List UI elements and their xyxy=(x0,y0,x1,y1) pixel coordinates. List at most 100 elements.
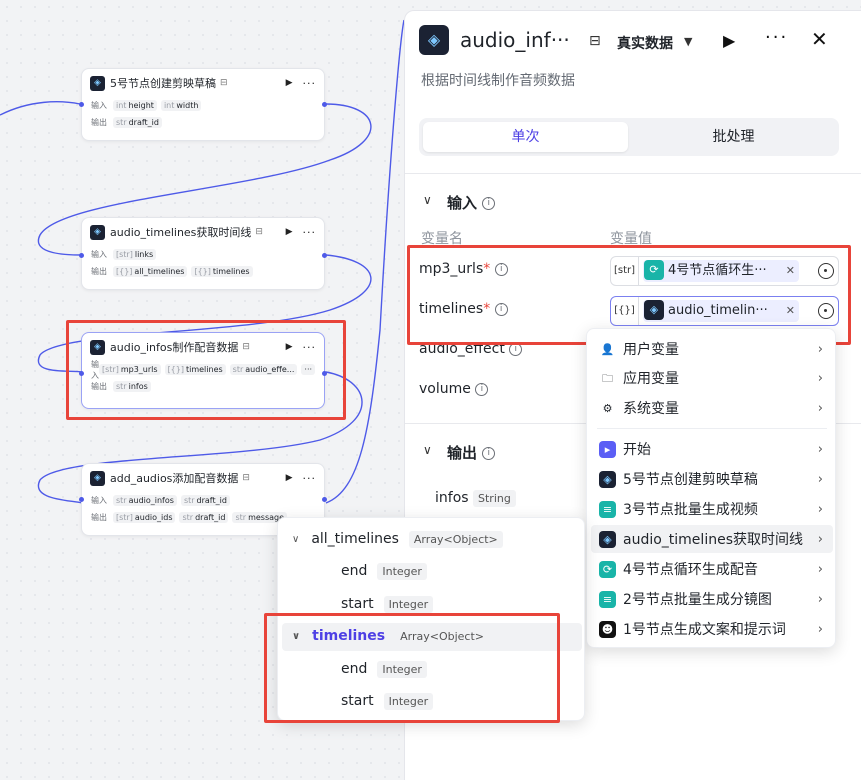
field-timelines-value[interactable]: [{}] ◈ audio_timelin··· ✕ xyxy=(610,296,839,326)
info-icon[interactable]: i xyxy=(494,302,508,316)
variable-picker-icon[interactable] xyxy=(818,303,834,319)
node-inputs-row: 输入 [str] links xyxy=(82,246,324,263)
menu-item-node-4[interactable]: ⟳ 4号节点循环生成配音 › xyxy=(591,555,833,583)
data-icon: ⊟ xyxy=(220,78,228,88)
workflow-node-create-draft[interactable]: ◈ 5号节点创建剪映草稿 ⊟ ▶ ··· 输入 int height int wid… xyxy=(79,68,327,141)
node-title: audio_timelines获取时间线 xyxy=(110,226,252,239)
tree-item-start[interactable]: start Integer xyxy=(341,689,434,713)
variable-picker-icon[interactable] xyxy=(818,263,834,279)
menu-item-node-3[interactable]: ≡ 3号节点批量生成视频 › xyxy=(591,495,833,523)
tree-item-start[interactable]: start Integer xyxy=(341,592,434,616)
inputs-label: 输入 xyxy=(91,359,99,380)
more-icon[interactable]: ··· xyxy=(303,226,317,239)
tree-group-timelines[interactable]: ∨ timelines Array<Object> xyxy=(292,624,489,648)
remove-ref-icon[interactable]: ✕ xyxy=(786,300,795,322)
menu-item-start[interactable]: ▸ 开始 › xyxy=(591,435,833,463)
data-mode-select[interactable]: 真实数据 xyxy=(617,33,673,53)
tab-single[interactable]: 单次 xyxy=(423,122,628,152)
divider xyxy=(405,173,861,174)
run-button[interactable]: ▶ xyxy=(723,31,735,50)
input-port[interactable] xyxy=(79,253,84,258)
info-icon[interactable]: i xyxy=(482,447,496,460)
menu-item-app-variables[interactable]: 🗀 应用变量 › xyxy=(591,364,833,392)
outputs-label: 输出 xyxy=(91,382,107,391)
info-icon[interactable]: i xyxy=(482,197,496,210)
param-chip: str audio_infos xyxy=(113,495,177,506)
play-icon[interactable]: ▶ xyxy=(286,342,293,352)
node-logo-icon: ◈ xyxy=(90,470,105,486)
chevron-down-icon: ∨ xyxy=(292,630,301,642)
menu-item-node-2[interactable]: ≡ 2号节点批量生成分镜图 › xyxy=(591,585,833,613)
info-icon[interactable]: i xyxy=(494,262,508,276)
tab-batch[interactable]: 批处理 xyxy=(631,122,836,152)
param-chip: str audio_effe... xyxy=(229,364,298,375)
play-icon[interactable]: ▶ xyxy=(286,78,293,88)
param-chip: int width xyxy=(160,100,202,111)
output-port[interactable] xyxy=(322,371,327,376)
field-volume-label: volume i xyxy=(419,381,489,397)
data-icon: ⊟ xyxy=(242,342,250,352)
input-port[interactable] xyxy=(79,371,84,376)
info-icon[interactable]: i xyxy=(509,342,523,356)
more-button[interactable]: ··· xyxy=(765,27,788,48)
menu-item-node-5[interactable]: ◈ 5号节点创建剪映草稿 › xyxy=(591,465,833,493)
variable-ref-tag[interactable]: ⟳ 4号节点循环生··· ✕ xyxy=(643,260,799,282)
collapse-icon[interactable]: ∨ xyxy=(423,193,432,207)
more-icon[interactable]: ··· xyxy=(303,472,317,485)
tree-item-end[interactable]: end Integer xyxy=(341,657,427,681)
caret-down-icon[interactable]: ▼ xyxy=(684,35,692,48)
menu-item-node-1[interactable]: ☻ 1号节点生成文案和提示词 › xyxy=(591,615,833,643)
data-icon: ⊟ xyxy=(242,473,250,483)
tree-group-all-timelines[interactable]: ∨ all_timelines Array<Object> xyxy=(292,527,503,551)
output-type-pill: String xyxy=(473,490,516,507)
node-inputs-row: 输入 str audio_infos str draft_id xyxy=(82,492,324,509)
node-outputs-row: 输出 str infos xyxy=(82,378,324,395)
node-outputs-row: 输出 [{}] all_timelines [{}] timelines xyxy=(82,263,324,280)
field-audio-effect-label: audio_effect i xyxy=(419,341,523,357)
menu-item-audio-timelines[interactable]: ◈ audio_timelines获取时间线 › xyxy=(591,525,833,553)
info-icon[interactable]: i xyxy=(475,382,489,396)
menu-item-user-variables[interactable]: 👤 用户变量 › xyxy=(591,335,833,363)
input-port[interactable] xyxy=(79,497,84,502)
output-port[interactable] xyxy=(322,497,327,502)
data-icon: ⊟ xyxy=(255,227,263,237)
play-icon[interactable]: ▶ xyxy=(286,473,293,483)
input-port[interactable] xyxy=(79,102,84,107)
node-logo-icon: ◈ xyxy=(90,339,105,355)
workflow-node-audio-infos[interactable]: ◈ audio_infos制作配音数据 ⊟ ▶ ··· 输入 [str] mp3_… xyxy=(79,332,327,409)
outputs-label: 输出 xyxy=(91,267,107,276)
close-button[interactable]: ✕ xyxy=(811,27,828,51)
output-name: infos xyxy=(435,490,469,506)
collapse-icon[interactable]: ∨ xyxy=(423,443,432,457)
folder-icon: 🗀 xyxy=(602,371,613,385)
field-mp3-urls-value[interactable]: [str] ⟳ 4号节点循环生··· ✕ xyxy=(610,256,839,286)
param-chip: [{}] timelines xyxy=(191,266,253,277)
more-params-chip[interactable]: ··· xyxy=(301,364,316,375)
remove-ref-icon[interactable]: ✕ xyxy=(786,260,795,282)
variable-picker-menu: 👤 用户变量 › 🗀 应用变量 › ⚙ 系统变量 › ▸ 开始 › ◈ 5号节点创建剪映草稿 › ≡… xyxy=(586,328,836,648)
param-chip: str infos xyxy=(113,381,151,392)
data-source-icon: ⊟ xyxy=(589,33,601,49)
panel-title[interactable]: audio_inf··· xyxy=(460,28,570,52)
play-icon[interactable]: ▶ xyxy=(286,227,293,237)
field-timelines-label: timelines* i xyxy=(419,301,508,317)
output-port[interactable] xyxy=(322,253,327,258)
workflow-node-audio-timelines[interactable]: ◈ audio_timelines获取时间线 ⊟ ▶ ··· 输入 [str] l… xyxy=(79,217,327,290)
loop-icon: ⟳ xyxy=(599,560,616,578)
tree-item-end[interactable]: end Integer xyxy=(341,559,427,583)
menu-item-system-variables[interactable]: ⚙ 系统变量 › xyxy=(591,394,833,422)
param-chip: str draft_id xyxy=(180,495,230,506)
node-logo-icon: ◈ xyxy=(90,224,105,240)
node-logo-icon: ◈ xyxy=(599,470,616,488)
more-icon[interactable]: ··· xyxy=(303,341,317,354)
variable-ref-tag[interactable]: ◈ audio_timelin··· ✕ xyxy=(643,300,799,322)
output-port[interactable] xyxy=(322,102,327,107)
node-logo-icon: ◈ xyxy=(419,25,449,55)
inputs-label: 输入 xyxy=(91,101,107,110)
param-chip: [{}] all_timelines xyxy=(113,266,188,277)
param-chip: str draft_id xyxy=(179,512,229,523)
node-title: 5号节点创建剪映草稿 xyxy=(110,77,216,90)
more-icon[interactable]: ··· xyxy=(303,77,317,90)
user-icon: 👤 xyxy=(600,342,615,356)
outputs-label: 输出 xyxy=(91,118,107,127)
